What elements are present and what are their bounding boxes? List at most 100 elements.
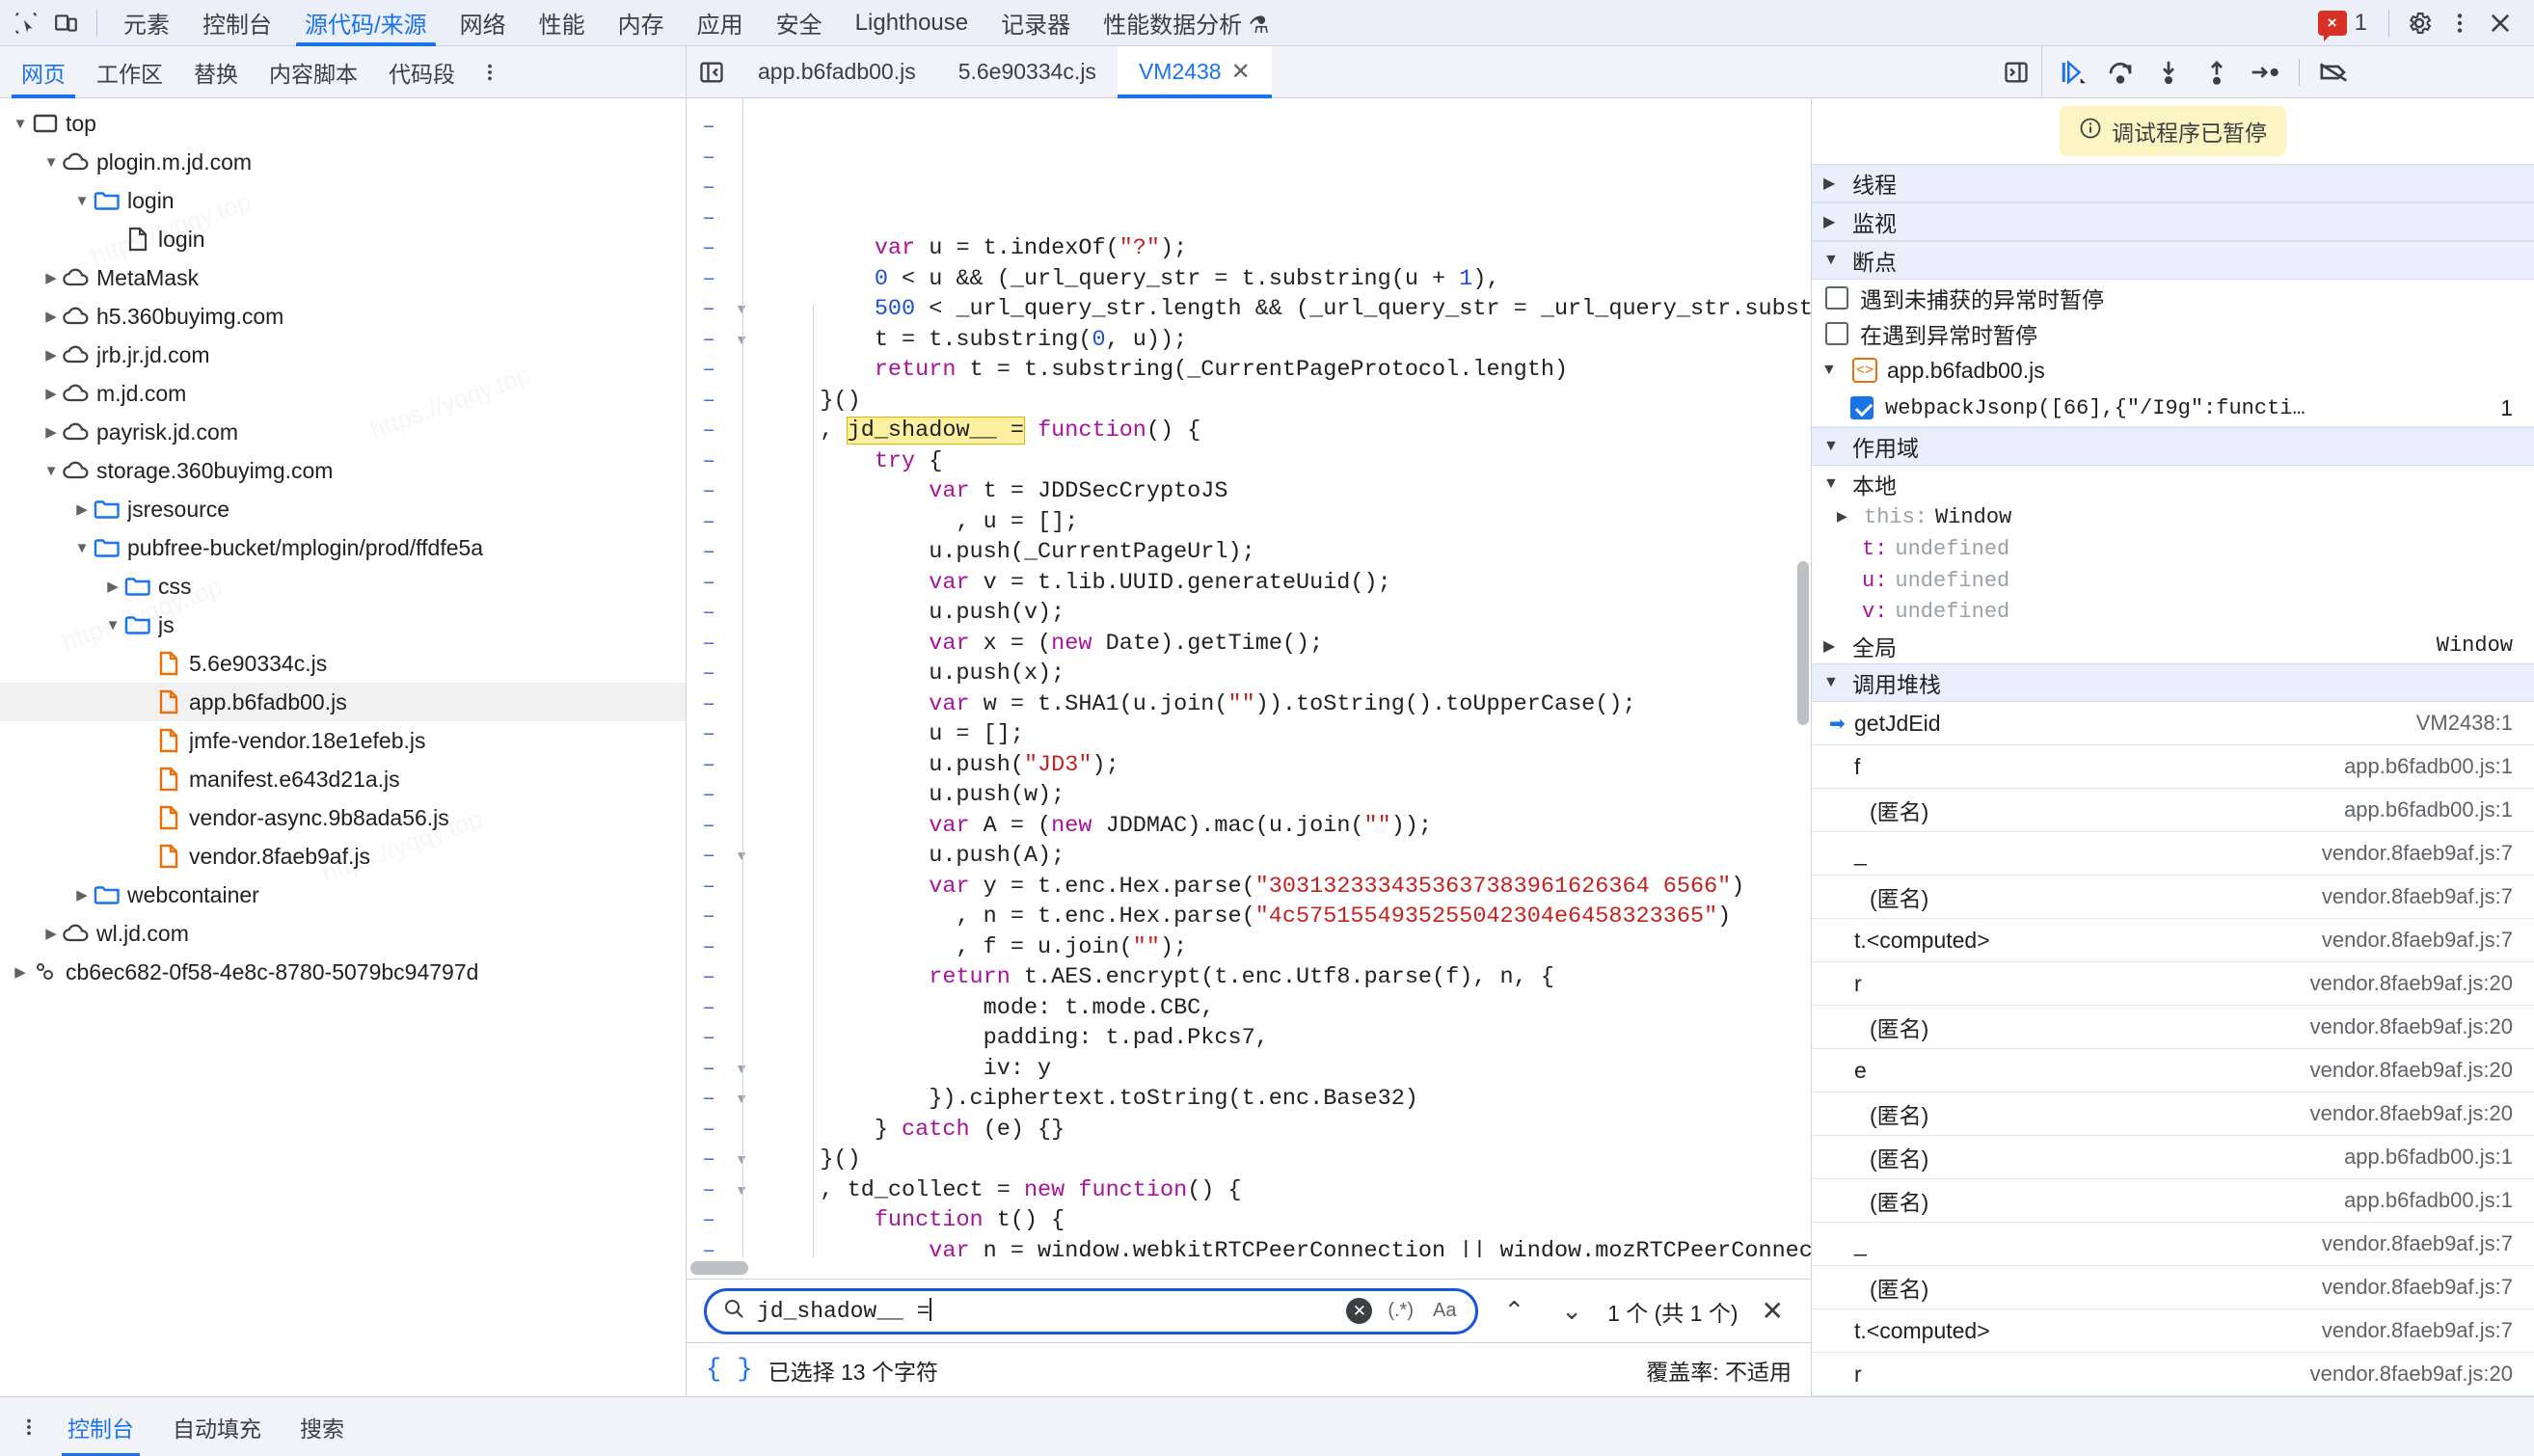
tree-item[interactable]: vendor-async.9b8ada56.js — [0, 798, 686, 837]
tab-security[interactable]: 安全 — [760, 0, 839, 46]
code-line[interactable]: , u = []; — [766, 507, 1811, 538]
chevron-right-icon[interactable]: ▶ — [40, 423, 62, 441]
code-line[interactable]: u.push("JD3"); — [766, 750, 1811, 781]
code-line[interactable]: , td_collect = new function() { — [766, 1175, 1811, 1206]
line-marker[interactable]: – — [687, 962, 725, 993]
line-marker[interactable]: – — [687, 841, 725, 872]
close-icon[interactable]: ✕ — [1231, 60, 1251, 84]
drawer-tab-console[interactable]: 控制台 — [48, 1397, 153, 1456]
regex-toggle[interactable]: (.*) — [1384, 1300, 1417, 1322]
call-stack-row[interactable]: (匿名) app.b6fadb00.js:1 — [1812, 1179, 2534, 1224]
code-line[interactable]: u.push(v); — [766, 598, 1811, 629]
section-watch[interactable]: ▶ 监视 — [1812, 202, 2534, 241]
tab-memory[interactable]: 内存 — [602, 0, 681, 46]
code-line[interactable]: return t = t.substring(_CurrentPageProto… — [766, 355, 1811, 386]
call-stack-row[interactable]: t.<computed> vendor.8faeb9af.js:7 — [1812, 919, 2534, 963]
expand-debugger-icon[interactable] — [1991, 59, 2041, 86]
navigator-more-icon[interactable] — [471, 53, 509, 92]
tree-item[interactable]: vendor.8faeb9af.js — [0, 837, 686, 876]
tree-item[interactable]: ▶ jsresource — [0, 490, 686, 528]
line-marker[interactable]: – — [687, 507, 725, 538]
tree-item[interactable]: ▼ pubfree-bucket/mplogin/prod/ffdfe5a — [0, 528, 686, 567]
checkbox-icon[interactable] — [1850, 396, 1874, 420]
tree-item[interactable]: ▶ webcontainer — [0, 876, 686, 914]
code-scroll-area[interactable]: ––––––––––––––––––––––––––––––––––––––––… — [687, 98, 1811, 1257]
code-line[interactable]: u = []; — [766, 719, 1811, 750]
chevron-down-icon[interactable]: ▼ — [10, 116, 31, 132]
tab-elements[interactable]: 元素 — [107, 0, 186, 46]
code-line[interactable]: var v = t.lib.UUID.generateUuid(); — [766, 568, 1811, 599]
close-search-icon[interactable]: ✕ — [1752, 1295, 1793, 1327]
tab-lighthouse[interactable]: Lighthouse — [839, 0, 984, 46]
tab-network[interactable]: 网络 — [444, 0, 523, 46]
tree-item[interactable]: ▶ m.jd.com — [0, 374, 686, 413]
chevron-right-icon[interactable]: ▶ — [10, 963, 31, 981]
code-line[interactable]: t = t.substring(0, u)); — [766, 325, 1811, 356]
code-line[interactable]: mode: t.mode.CBC, — [766, 993, 1811, 1024]
subtab-overrides[interactable]: 替换 — [178, 46, 254, 98]
line-marker[interactable]: – — [687, 537, 725, 568]
line-marker[interactable]: – — [687, 264, 725, 295]
line-marker[interactable]: – — [687, 750, 725, 781]
chevron-right-icon[interactable]: ▶ — [40, 308, 62, 325]
code-line[interactable]: iv: y — [766, 1054, 1811, 1085]
line-marker[interactable]: – — [687, 1054, 725, 1085]
error-badge[interactable]: × 1 — [2317, 10, 2367, 41]
drawer-tab-autofill[interactable]: 自动填充 — [153, 1397, 281, 1456]
line-marker[interactable]: – — [687, 932, 725, 963]
call-stack-row[interactable]: (匿名) vendor.8faeb9af.js:7 — [1812, 1266, 2534, 1310]
line-marker[interactable]: – — [687, 143, 725, 174]
fold-toggle-icon[interactable]: ▼ — [725, 1175, 758, 1206]
code-line[interactable]: function t() { — [766, 1205, 1811, 1236]
subtab-snippets[interactable]: 代码段 — [373, 46, 471, 98]
code-line[interactable]: var w = t.SHA1(u.join("")).toString().to… — [766, 689, 1811, 720]
file-navigator[interactable]: https://yqqy.top https://yqqy.top https:… — [0, 98, 687, 1396]
tree-item[interactable]: ▼ top — [0, 104, 686, 143]
section-threads[interactable]: ▶ 线程 — [1812, 163, 2534, 202]
line-marker[interactable]: – — [687, 1084, 725, 1115]
tree-item[interactable]: ▶ h5.360buyimg.com — [0, 297, 686, 336]
tree-item[interactable]: ▼ plogin.m.jd.com — [0, 143, 686, 181]
line-marker[interactable]: – — [687, 629, 725, 660]
line-marker[interactable]: – — [687, 568, 725, 599]
checkbox-icon[interactable] — [1825, 285, 1848, 310]
pretty-print-icon[interactable]: { } — [706, 1356, 753, 1385]
section-scope[interactable]: ▼ 作用域 — [1812, 427, 2534, 467]
subtab-content-scripts[interactable]: 内容脚本 — [254, 46, 373, 98]
gear-icon[interactable] — [2399, 3, 2440, 43]
code-line[interactable]: , n = t.enc.Hex.parse("4c575155493525504… — [766, 902, 1811, 932]
code-line[interactable]: u.push(_CurrentPageUrl); — [766, 537, 1811, 568]
code-line[interactable]: var A = (new JDDMAC).mac(u.join("")); — [766, 811, 1811, 842]
call-stack-row[interactable]: _ vendor.8faeb9af.js:7 — [1812, 1223, 2534, 1267]
scope-global[interactable]: ▶ 全局 Window — [1812, 628, 2534, 662]
deactivate-breakpoints-button[interactable] — [2309, 51, 2358, 94]
chevron-right-icon[interactable]: ▶ — [40, 269, 62, 286]
code-line[interactable]: }() — [766, 1145, 1811, 1175]
line-marker[interactable]: – — [687, 811, 725, 842]
editor-hscrollbar[interactable] — [687, 1257, 1811, 1279]
match-case-toggle[interactable]: Aa — [1429, 1300, 1460, 1322]
code-line[interactable]: }() — [766, 386, 1811, 417]
fold-toggle-icon[interactable]: ▼ — [725, 1084, 758, 1115]
line-marker[interactable]: – — [687, 446, 725, 477]
code-line[interactable]: 500 < _url_query_str.length && (_url_que… — [766, 294, 1811, 325]
file-tab-app[interactable]: app.b6fadb00.js — [737, 46, 937, 98]
section-breakpoints[interactable]: ▼ 断点 — [1812, 240, 2534, 281]
call-stack-row[interactable]: r vendor.8faeb9af.js:20 — [1812, 962, 2534, 1007]
fold-toggle-icon[interactable]: ▼ — [725, 1145, 758, 1175]
call-stack-row[interactable]: _ vendor.8faeb9af.js:7 — [1812, 832, 2534, 876]
call-stack-row[interactable]: (匿名) app.b6fadb00.js:1 — [1812, 789, 2534, 833]
pause-exceptions-option[interactable]: 在遇到异常时暂停 — [1812, 316, 2534, 352]
code-line[interactable]: u.push(w); — [766, 780, 1811, 811]
subtab-page[interactable]: 网页 — [6, 46, 81, 98]
file-tab-chunk5[interactable]: 5.6e90334c.js — [937, 46, 1118, 98]
tree-item[interactable]: ▼ js — [0, 606, 686, 644]
line-marker[interactable]: – — [687, 993, 725, 1024]
tree-item[interactable]: ▶ jrb.jr.jd.com — [0, 336, 686, 374]
call-stack-row[interactable]: (匿名) app.b6fadb00.js:1 — [1812, 1136, 2534, 1180]
chevron-down-icon[interactable]: ▼ — [40, 463, 62, 479]
call-stack-row[interactable]: (匿名) vendor.8faeb9af.js:20 — [1812, 1006, 2534, 1050]
chevron-up-icon[interactable]: ⌃ — [1492, 1296, 1536, 1326]
scope-var-this[interactable]: ▶ this: Window — [1812, 501, 2534, 533]
line-marker[interactable]: – — [687, 355, 725, 386]
